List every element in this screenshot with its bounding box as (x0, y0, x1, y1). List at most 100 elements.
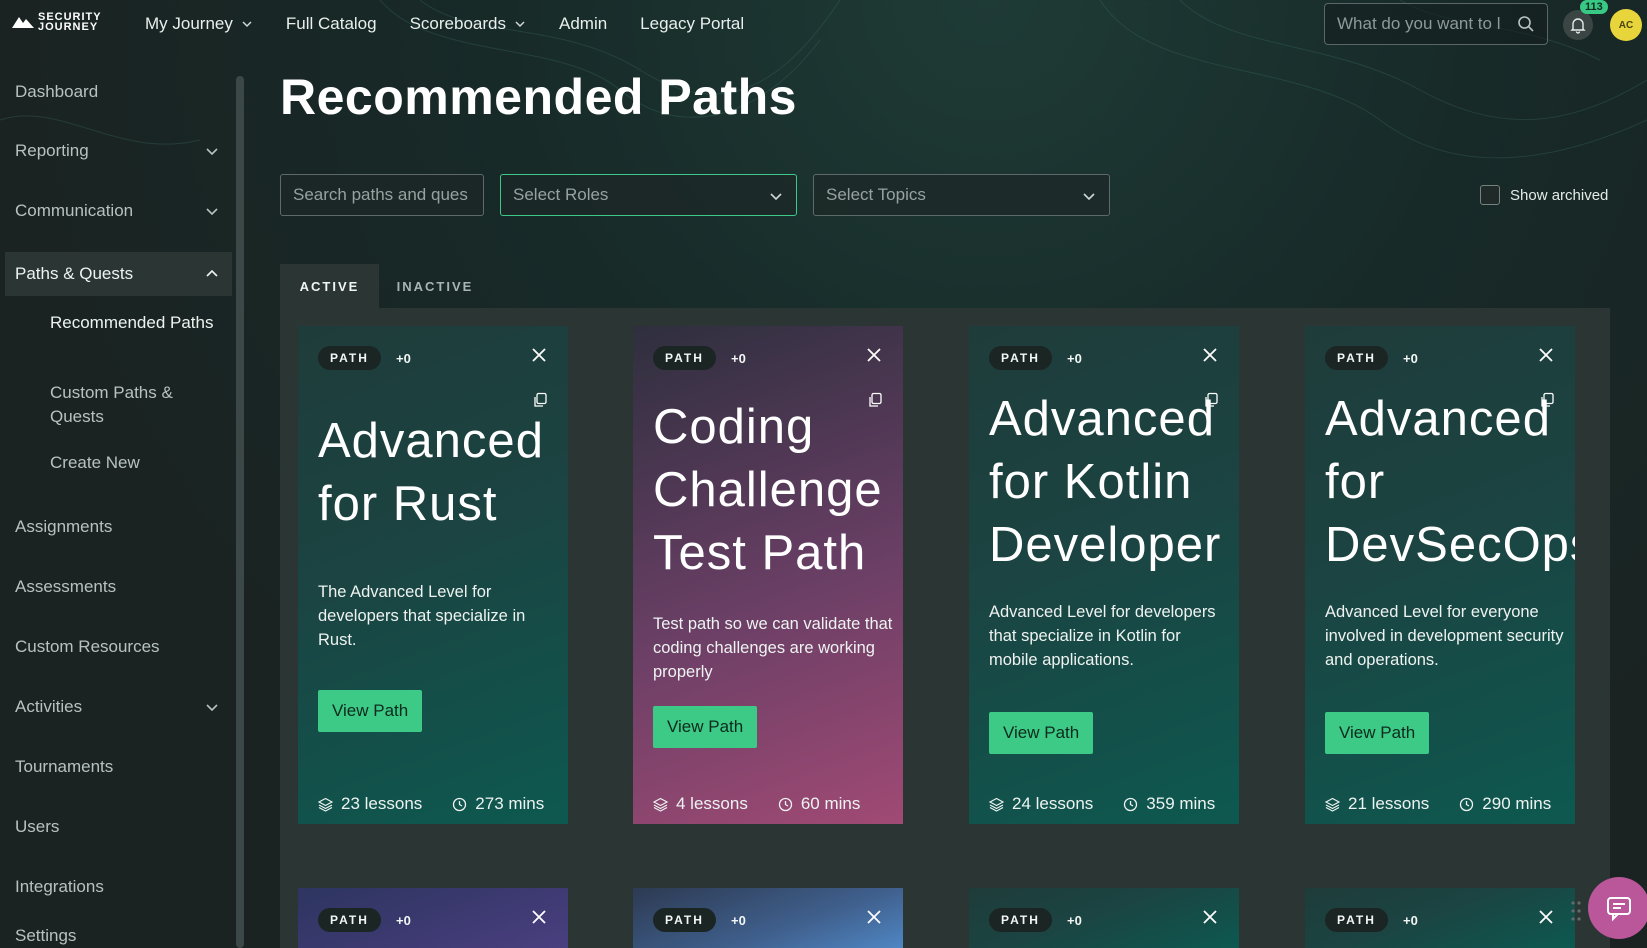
view-path-button[interactable]: View Path (318, 690, 423, 732)
view-path-button[interactable]: View Path (1325, 712, 1430, 754)
path-search-input[interactable]: Search paths and ques (280, 174, 484, 216)
path-card: PATH +0 Advanced for DevSecOps Advanced … (1305, 326, 1575, 824)
close-icon[interactable] (530, 346, 548, 364)
lesson-count: 4 lessons (676, 794, 748, 813)
path-type-badge: PATH (989, 908, 1052, 932)
duration: 273 mins (475, 794, 545, 813)
tab-active[interactable]: ACTIVE (280, 264, 379, 308)
chevron-down-icon (206, 704, 218, 712)
notifications-button[interactable] (1563, 10, 1593, 40)
path-description: Advanced Level for everyone involved in … (1325, 603, 1564, 669)
layers-icon (653, 797, 668, 812)
sidebar-item-users[interactable]: Users (0, 805, 232, 849)
close-icon[interactable] (865, 908, 883, 926)
path-title: Advanced for Rust (318, 414, 544, 531)
duration: 359 mins (1146, 794, 1216, 813)
path-card: PATH +0 Advanced for Kotlin Developer Ad… (969, 326, 1239, 824)
path-type-badge: PATH (1325, 346, 1388, 370)
path-card: PATH +0 Advanced for Rust The Advanced L… (298, 326, 568, 824)
points-label: +0 (731, 351, 746, 366)
close-icon[interactable] (530, 908, 548, 926)
points-label: +0 (1403, 351, 1418, 366)
sidebar-item-integrations[interactable]: Integrations (0, 865, 232, 909)
brand-logo[interactable]: SECURITY JOURNEY (12, 11, 102, 33)
layers-icon (318, 797, 333, 812)
brand-wordmark: SECURITY JOURNEY (38, 11, 102, 33)
paths-grid: PATH +0 Advanced for Rust The Advanced L… (280, 308, 1610, 948)
sidebar-item-paths-quests[interactable]: Paths & Quests (5, 252, 232, 296)
chevron-down-icon (206, 148, 218, 156)
sidebar-item-communication[interactable]: Communication (0, 189, 232, 233)
bell-icon (1570, 18, 1586, 34)
close-icon[interactable] (1201, 346, 1219, 364)
path-type-badge: PATH (653, 908, 716, 932)
close-icon[interactable] (1537, 908, 1555, 926)
chevron-down-icon (206, 208, 218, 216)
sidebar-item-activities[interactable]: Activities (0, 685, 232, 729)
path-card: PATH +0 Coding Challenge Test Path Test … (633, 326, 903, 824)
path-card: PATH +0 (1305, 888, 1575, 948)
sidebar-scrollbar[interactable] (236, 76, 244, 948)
path-meta: 23 lessons 273 mins (318, 794, 544, 814)
points-label: +0 (731, 913, 746, 928)
lesson-count: 21 lessons (1348, 794, 1430, 813)
clock-icon (453, 797, 467, 811)
sidebar-subitem-recommended-paths[interactable]: Recommended Paths (50, 311, 220, 335)
nav-scoreboards[interactable]: Scoreboards (410, 14, 526, 34)
path-meta: 21 lessons 290 mins (1325, 794, 1551, 814)
sidebar-item-assessments[interactable]: Assessments (0, 565, 232, 609)
duration: 60 mins (800, 794, 861, 813)
global-search-input[interactable]: What do you want to l (1324, 3, 1548, 45)
chevron-up-icon (206, 269, 218, 277)
layers-icon (989, 797, 1004, 812)
nav-legacy-portal[interactable]: Legacy Portal (640, 14, 744, 34)
layers-icon (1325, 797, 1340, 812)
chat-launcher-button[interactable] (1588, 877, 1647, 939)
close-icon[interactable] (865, 346, 883, 364)
path-description: The Advanced Level for developers that s… (318, 583, 526, 649)
path-type-badge: PATH (1325, 908, 1388, 932)
chevron-down-icon (515, 21, 525, 28)
show-archived-toggle[interactable]: Show archived (1480, 185, 1608, 205)
drag-handle-icon[interactable] (1570, 900, 1582, 922)
notification-count-badge: 113 (1580, 0, 1608, 14)
nav-admin[interactable]: Admin (559, 14, 607, 34)
roles-select[interactable]: Select Roles (500, 174, 797, 216)
path-title: Coding Challenge Test Path (653, 400, 883, 580)
close-icon[interactable] (1201, 908, 1219, 926)
topics-select[interactable]: Select Topics (813, 174, 1110, 216)
points-label: +0 (1067, 351, 1082, 366)
path-card: PATH +0 (633, 888, 903, 948)
path-meta: 4 lessons 60 mins (653, 794, 860, 814)
search-icon[interactable] (1517, 15, 1535, 33)
sidebar-subitem-custom-paths-quests[interactable]: Custom Paths & Quests (50, 381, 220, 429)
top-navigation: SECURITY JOURNEY My Journey Full Catalog… (0, 0, 1647, 48)
path-meta: 24 lessons 359 mins (989, 794, 1215, 814)
sidebar-item-settings[interactable]: Settings (0, 921, 232, 948)
chevron-down-icon (242, 21, 252, 28)
path-title: Advanced for Kotlin Developer (989, 392, 1222, 572)
close-icon[interactable] (1537, 346, 1555, 364)
copy-icon[interactable] (532, 392, 548, 408)
sidebar-subitem-create-new[interactable]: Create New (50, 451, 220, 475)
path-card: PATH +0 (298, 888, 568, 948)
sidebar-item-reporting[interactable]: Reporting (0, 129, 232, 173)
main-menu: My Journey Full Catalog Scoreboards Admi… (145, 0, 777, 48)
tab-inactive[interactable]: INACTIVE (380, 264, 490, 308)
path-card: PATH +0 (969, 888, 1239, 948)
nav-my-journey[interactable]: My Journey (145, 14, 253, 34)
points-label: +0 (1067, 913, 1082, 928)
sidebar-item-dashboard[interactable]: Dashboard (0, 70, 232, 114)
show-archived-checkbox[interactable] (1480, 185, 1500, 205)
nav-full-catalog[interactable]: Full Catalog (286, 14, 377, 34)
sidebar-item-assignments[interactable]: Assignments (0, 505, 232, 549)
view-path-button[interactable]: View Path (653, 706, 758, 748)
user-avatar[interactable]: AC (1610, 9, 1642, 41)
sidebar-item-tournaments[interactable]: Tournaments (0, 745, 232, 789)
lesson-count: 23 lessons (341, 794, 423, 813)
sidebar-item-custom-resources[interactable]: Custom Resources (0, 625, 232, 669)
path-type-badge: PATH (318, 346, 381, 370)
view-path-button[interactable]: View Path (989, 712, 1094, 754)
path-type-badge: PATH (653, 346, 716, 370)
lesson-count: 24 lessons (1012, 794, 1094, 813)
